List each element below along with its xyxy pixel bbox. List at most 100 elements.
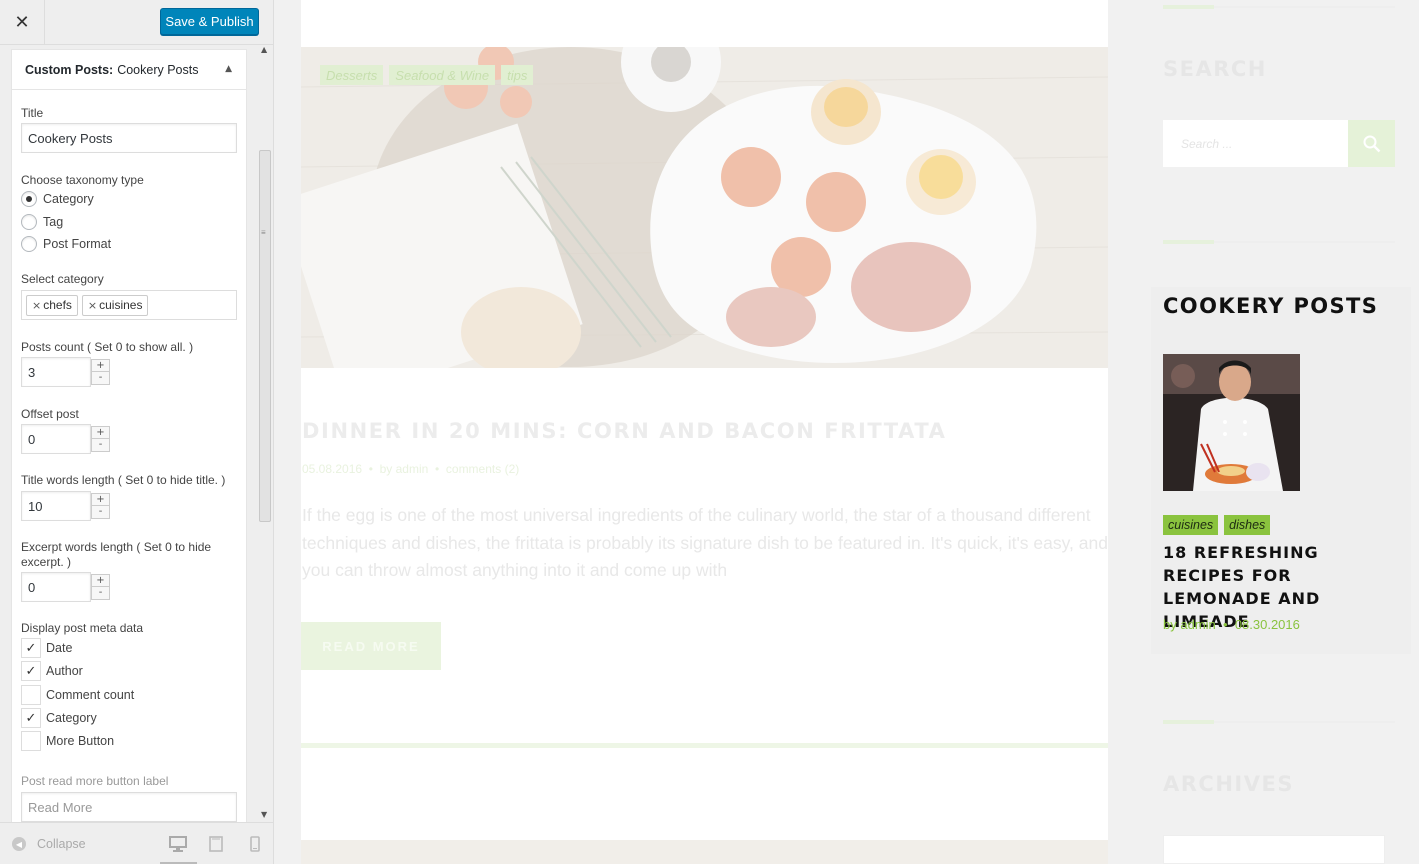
recipe-tag[interactable]: dishes [1224,515,1271,535]
spinner[interactable]: + - [91,359,110,385]
radio-post-format[interactable]: Post Format [21,235,111,253]
posts-count-stepper[interactable]: 3 + - [21,357,112,387]
category-select[interactable]: × chefs × cuisines [21,290,237,320]
search-input[interactable]: Search ... [1163,120,1348,167]
posts-count-input[interactable]: 3 [21,357,91,387]
title-label: Title [21,106,44,120]
decrement-button[interactable]: - [92,372,109,384]
increment-button[interactable]: + [92,360,109,372]
search-button[interactable] [1348,120,1395,167]
archives-select[interactable] [1163,835,1385,864]
decrement-button[interactable]: - [92,587,109,599]
desktop-preview-button[interactable] [160,833,197,864]
scroll-up-icon[interactable]: ▲ [261,45,267,54]
spinner[interactable]: + - [91,493,110,519]
checkbox-empty[interactable] [21,685,41,705]
food-photo [301,47,1108,368]
category-label: Select category [21,272,104,286]
post-category-tags: Desserts Seafood & Wine tips [320,65,534,85]
spinner[interactable]: + - [91,426,110,452]
post-divider [301,743,1108,748]
recipe-tags: cuisines dishes [1163,515,1271,535]
offset-label: Offset post [21,407,79,421]
chef-photo [1163,354,1300,491]
next-post-image[interactable] [301,840,1108,864]
checkbox-more-button[interactable]: More Button [21,731,114,751]
checkbox-date[interactable]: ✓ Date [21,638,72,658]
category-chip[interactable]: × chefs [26,294,78,316]
excerpt-stepper[interactable]: 0 + - [21,572,112,602]
readmore-input[interactable]: Read More [21,792,237,822]
post-comments[interactable]: comments (2) [446,462,519,476]
checkbox-category[interactable]: ✓ Category [21,708,97,728]
recipe-thumbnail[interactable] [1163,354,1300,491]
category-tag[interactable]: Desserts [320,65,384,85]
offset-input[interactable]: 0 [21,424,91,454]
category-tag[interactable]: Seafood & Wine [389,65,496,85]
customizer-controls[interactable]: Custom Posts: Cookery Posts ▲ Title Cook… [0,45,273,822]
spinner[interactable]: + - [91,574,110,600]
posts-count-label: Posts count ( Set 0 to show all. ) [21,340,194,354]
widget-divider [1163,240,1395,244]
close-button[interactable]: ✕ [0,0,45,45]
mobile-preview-button[interactable] [243,833,267,855]
search-icon [1363,135,1380,152]
offset-stepper[interactable]: 0 + - [21,424,112,454]
post-featured-image[interactable] [301,47,1108,368]
excerpt-input[interactable]: 0 [21,572,91,602]
decrement-button[interactable]: - [92,506,109,518]
checkbox-author[interactable]: ✓ Author [21,661,83,681]
customizer-panel: ✕ Save & Publish Custom Posts: Cookery P… [0,0,274,864]
meta-separator: • [431,462,443,476]
category-chip[interactable]: × cuisines [81,294,149,316]
recipe-tag[interactable]: cuisines [1163,515,1219,535]
title-words-label: Title words length ( Set 0 to hide title… [21,473,226,487]
post-title[interactable]: DINNER IN 20 MINS: CORN AND BACON FRITTA… [302,419,946,443]
recipe-by: by [1163,617,1177,632]
widget-header[interactable]: Custom Posts: Cookery Posts ▲ [12,50,246,90]
radio-button[interactable] [21,191,37,207]
meta-separator: • [365,462,377,476]
save-publish-button[interactable]: Save & Publish [160,8,259,35]
widget-name: Cookery Posts [117,62,199,77]
tablet-icon [209,836,223,852]
widget-divider [1163,720,1395,724]
recipe-date: 08.30.2016 [1234,617,1300,632]
collapse-button[interactable]: ◀ Collapse [12,837,86,851]
post-author[interactable]: by admin [380,462,429,476]
increment-button[interactable]: + [92,575,109,587]
category-tag[interactable]: tips [501,65,534,85]
title-words-input[interactable]: 10 [21,491,91,521]
collapse-icon: ◀ [12,837,26,851]
excerpt-label: Excerpt words length ( Set 0 to hide exce… [21,540,212,569]
remove-icon[interactable]: × [88,299,97,312]
radio-category[interactable]: Category [21,190,94,208]
radio-tag[interactable]: Tag [21,213,63,231]
scrollbar-thumb[interactable] [259,150,271,522]
cookery-posts-widget: COOKERY POSTS cuisines dishes 18 REFRESH… [1151,287,1411,654]
taxonomy-label: Choose taxonomy type [21,173,144,187]
title-input[interactable]: Cookery Posts [21,123,237,153]
radio-button[interactable] [21,236,37,252]
recipe-author[interactable]: admin [1180,617,1215,632]
radio-button[interactable] [21,214,37,230]
checkbox-empty[interactable] [21,731,41,751]
checkmark-icon[interactable]: ✓ [21,638,41,658]
collapse-arrow-icon[interactable]: ▲ [225,64,232,74]
customizer-scrollbar[interactable]: ▲ ≡ ▼ [258,45,273,822]
increment-button[interactable]: + [92,494,109,506]
recipe-meta: by admin • 08.30.2016 [1163,617,1300,632]
search-widget-title: SEARCH [1163,57,1267,81]
checkmark-icon[interactable]: ✓ [21,661,41,681]
scroll-down-icon[interactable]: ▼ [261,810,267,819]
desktop-icon [169,836,187,852]
readmore-label: Post read more button label [21,774,169,788]
read-more-button[interactable]: READ MORE [301,622,441,670]
title-words-stepper[interactable]: 10 + - [21,491,112,521]
increment-button[interactable]: + [92,427,109,439]
checkbox-comment-count[interactable]: Comment count [21,685,134,705]
tablet-preview-button[interactable] [204,833,228,855]
checkmark-icon[interactable]: ✓ [21,708,41,728]
remove-icon[interactable]: × [32,299,41,312]
decrement-button[interactable]: - [92,439,109,451]
